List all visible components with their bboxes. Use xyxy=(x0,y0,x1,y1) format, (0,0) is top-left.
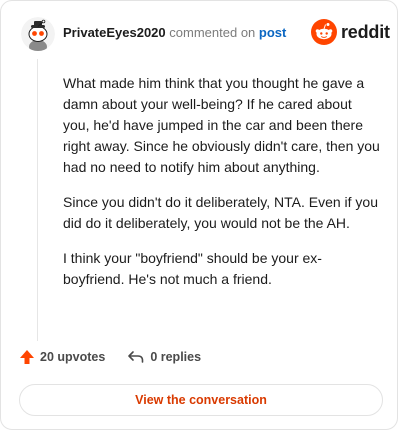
reply-arrow-icon xyxy=(128,351,144,363)
reddit-brand[interactable]: reddit xyxy=(311,19,390,45)
reddit-logo-icon xyxy=(311,19,337,45)
comment-header: PrivateEyes2020 commented on post xyxy=(63,25,286,41)
view-conversation-button[interactable]: View the conversation xyxy=(19,384,383,416)
comment-paragraph: Since you didn't do it deliberately, NTA… xyxy=(63,194,378,231)
snoo-avatar-icon xyxy=(21,17,55,51)
upvote-action[interactable]: 20 upvotes xyxy=(19,349,105,365)
embedded-comment-card: PrivateEyes2020 commented on post reddit… xyxy=(0,0,398,430)
comment-paragraph: What made him think that you thought he … xyxy=(63,75,380,175)
upvote-count: 20 upvotes xyxy=(40,350,106,364)
reply-action[interactable]: 0 replies xyxy=(127,349,201,365)
thread-line xyxy=(37,59,38,341)
post-link[interactable]: post xyxy=(259,25,286,40)
username-link[interactable]: PrivateEyes2020 xyxy=(63,25,166,40)
user-avatar[interactable] xyxy=(21,17,55,51)
upvote-arrow-icon xyxy=(20,350,34,364)
reply-count: 0 replies xyxy=(150,350,202,364)
comment-body: What made him think that you thought he … xyxy=(63,73,381,304)
reddit-wordmark: reddit xyxy=(341,21,390,42)
comment-actions: 20 upvotes 0 replies xyxy=(19,349,201,365)
commented-on-text: commented on xyxy=(169,25,256,40)
comment-paragraph: I think your "boyfriend" should be your … xyxy=(63,250,322,287)
